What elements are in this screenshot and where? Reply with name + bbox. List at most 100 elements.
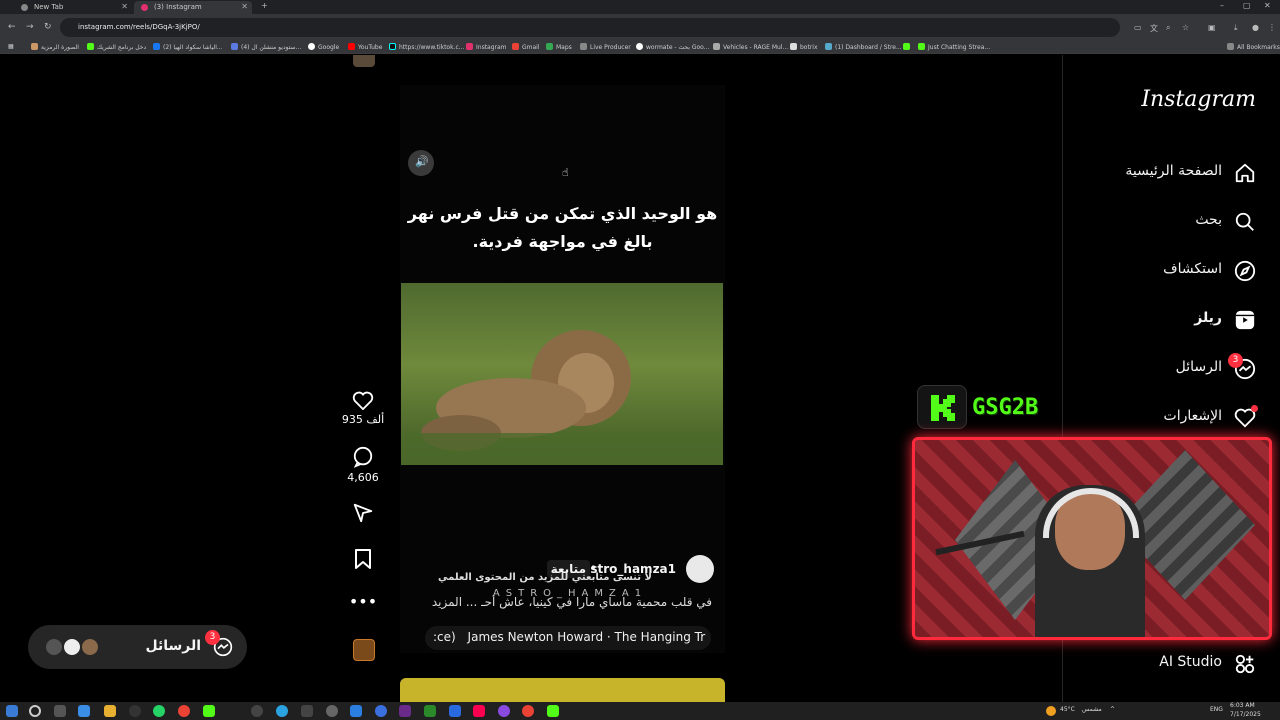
instagram-logo[interactable]: Instagram [1141,87,1256,112]
heart-icon[interactable] [352,390,374,411]
kick-icon[interactable] [547,705,559,717]
new-tab-button[interactable]: + [261,1,268,10]
search-icon[interactable] [29,705,41,717]
obs-icon[interactable] [326,705,338,717]
close-tab-icon[interactable]: ✕ [121,2,128,11]
weather-label: مشمس [1082,706,1102,713]
more-options-icon[interactable]: ••• [335,592,391,611]
app-icon[interactable] [424,705,436,717]
sidebar-item-home[interactable]: الصفحة الرئيسية [1070,157,1270,187]
previous-reel-avatar[interactable] [353,55,375,67]
avatar [62,637,82,657]
messages-pill[interactable]: الرسائل 3 [28,625,247,669]
comment-icon[interactable] [352,446,374,468]
url-field[interactable]: instagram.com/reels/DGqA-3jKjPO/ [60,18,1120,37]
avatar [44,637,64,657]
profile-icon[interactable]: ● [1252,23,1259,32]
bookmark-item[interactable]: Just Chatting Strea... [918,43,990,51]
bookmark-item[interactable]: الصورة الرمزية [31,43,79,51]
weather-temp[interactable]: 45°C [1060,706,1075,713]
tray-arrow-icon[interactable]: ^ [1110,706,1115,713]
app-icon[interactable] [375,705,387,717]
mute-toggle-button[interactable]: 🔊 [408,150,434,176]
tab-instagram[interactable]: (3) Instagram ✕ [134,1,252,14]
bookmark-item[interactable]: YouTube [348,43,382,51]
clock-time[interactable]: 6:03 AM [1230,702,1255,709]
audio-thumbnail[interactable] [353,639,375,661]
comment-action[interactable]: 4,606 [335,446,391,484]
start-icon[interactable] [6,705,18,717]
bookmark-item[interactable]: Vehicles - RAGE Mul... [713,43,788,51]
clock-date[interactable]: 7/17/2025 [1230,711,1261,718]
chrome-icon[interactable] [178,705,190,717]
sidebar-item-ai-studio[interactable]: AI Studio [1070,648,1270,678]
zoom-icon[interactable]: ⌕ [1166,23,1170,33]
back-icon[interactable]: ← [8,22,16,32]
close-window-icon[interactable]: ✕ [1264,1,1271,10]
bookmark-item[interactable]: Instagram [466,43,507,51]
bookmark-item[interactable]: Google [308,43,339,51]
webcam-overlay [912,437,1272,640]
sidebar-item-notifications[interactable]: الإشعارات [1070,402,1270,432]
maximize-icon[interactable]: ▢ [1243,1,1251,10]
cast-icon[interactable]: ▭ [1134,23,1142,32]
minimize-icon[interactable]: – [1220,1,1224,10]
author-avatar[interactable] [686,555,714,583]
task-view-icon[interactable] [54,705,66,717]
bookmark-icon[interactable] [353,548,373,570]
menu-icon[interactable]: ⋮ [1268,23,1276,32]
reel-caption[interactable]: في قلب محمية ماساي مارا في كينيا، عاش أح… [412,595,712,609]
kick-logo [917,385,967,429]
bookmark-item[interactable]: Live Producer [580,43,631,51]
save-action[interactable] [335,548,391,573]
bookmark-item[interactable]: (1) Dashboard / Stre... [825,43,902,51]
bookmark-item[interactable]: Maps [546,43,572,51]
music-pill[interactable]: :ce) James Newton Howard · The Hanging T… [425,626,711,650]
language-indicator[interactable]: ENG [1210,706,1223,713]
chrome-icon[interactable] [522,705,534,717]
file-explorer-icon[interactable] [104,705,116,717]
tab-new-tab[interactable]: New Tab ✕ [14,1,132,14]
app-icon[interactable] [449,705,461,717]
kick-icon[interactable] [203,705,215,717]
extensions-icon[interactable]: ▣ [1208,23,1216,32]
app-icon[interactable] [350,705,362,717]
sidebar-item-search[interactable]: بحث [1070,206,1270,236]
forward-icon[interactable]: → [26,22,34,32]
reload-icon[interactable]: ↻ [44,22,52,32]
telegram-icon[interactable] [276,705,288,717]
bookmark-item[interactable]: Gmail [512,43,540,51]
reels-icon [1235,310,1255,330]
bookmark-star-icon[interactable]: ☆ [1182,23,1189,32]
download-icon[interactable]: ⤓ [1234,23,1238,33]
bookmark-item[interactable]: دخل برنامج الشريك [87,43,146,51]
bookmark-item[interactable]: https://www.tiktok.c... [389,43,465,51]
whatsapp-icon[interactable] [153,705,165,717]
app-icon[interactable] [498,705,510,717]
sidebar-item-explore[interactable]: استكشاف [1070,255,1270,285]
tiktok-icon[interactable] [473,705,485,717]
all-bookmarks[interactable]: All Bookmarks [1227,43,1280,51]
close-tab-icon[interactable]: ✕ [241,2,248,11]
bookmark-item[interactable]: (2) الياشا سكواد الهيا... [153,43,223,51]
apps-icon[interactable]: ▦ [8,43,14,50]
like-action[interactable]: 935 ألف [335,390,391,426]
app-icon[interactable] [251,705,263,717]
share-action[interactable] [335,502,391,527]
widgets-icon[interactable] [78,705,90,717]
bookmark-item[interactable]: (4) ستوديو منشلن ال... [231,43,301,51]
sidebar-item-reels[interactable]: ريلز [1070,304,1270,334]
bookmark-item[interactable] [903,43,913,51]
translate-icon[interactable]: 文 [1150,23,1158,34]
speaker-icon: 🔊 [415,155,429,168]
share-icon[interactable] [352,502,374,524]
bookmark-item[interactable]: wormate - بحث Goo... [636,43,709,51]
avatar [80,637,100,657]
app-icon[interactable] [301,705,313,717]
bookmark-item[interactable]: botrix [790,43,818,51]
premiere-icon[interactable] [399,705,411,717]
sidebar-item-messages[interactable]: الرسائل 3 [1070,353,1270,383]
messages-badge: 3 [205,630,220,645]
app-icon[interactable] [129,705,141,717]
notification-dot [1251,405,1258,412]
